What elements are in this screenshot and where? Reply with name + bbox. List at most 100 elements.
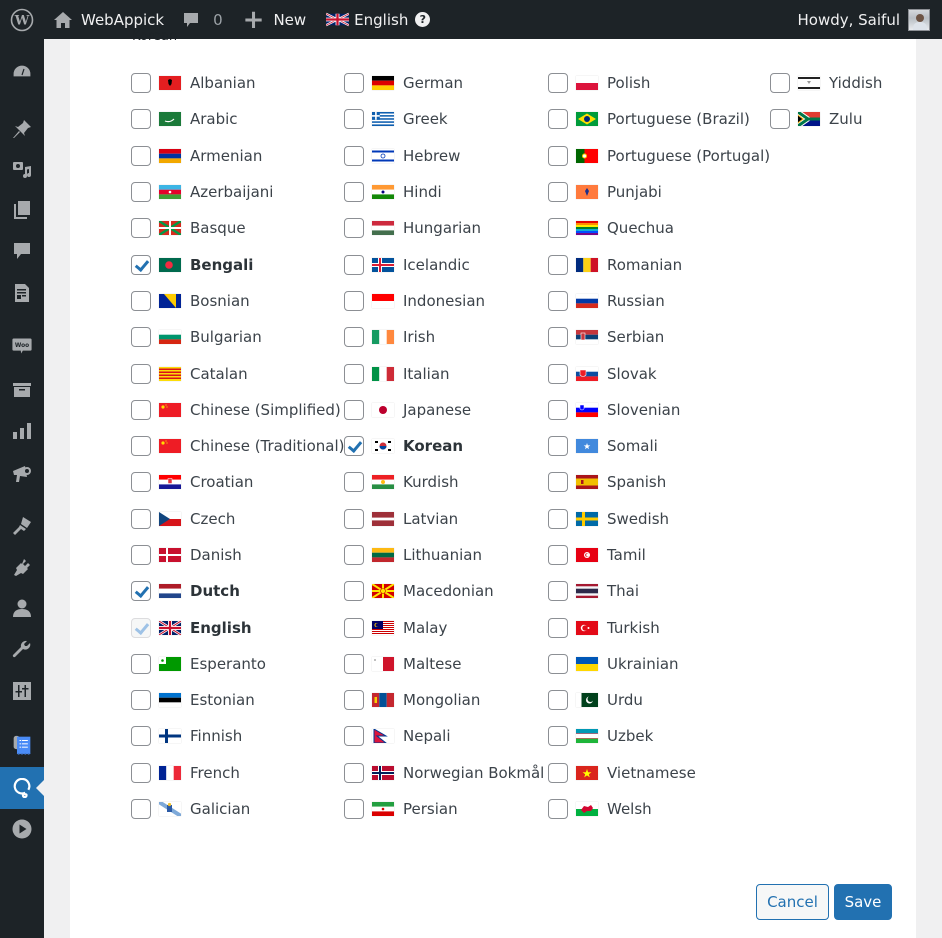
language-checkbox[interactable] bbox=[344, 399, 364, 420]
language-option-th[interactable]: Thai bbox=[548, 573, 770, 609]
language-option-no[interactable]: Norwegian Bokmål bbox=[344, 755, 544, 791]
language-option-hr[interactable]: Croatian bbox=[131, 464, 345, 500]
language-checkbox[interactable] bbox=[770, 109, 790, 130]
language-checkbox[interactable] bbox=[548, 472, 568, 493]
language-checkbox[interactable] bbox=[131, 508, 151, 529]
cancel-button[interactable]: Cancel bbox=[756, 884, 829, 920]
sidebar-item-plugins[interactable] bbox=[0, 549, 44, 585]
language-checkbox[interactable] bbox=[131, 218, 151, 239]
language-option-ru[interactable]: Russian bbox=[548, 283, 770, 319]
language-option-ie[interactable]: Irish bbox=[344, 319, 544, 355]
language-option-ca[interactable]: Catalan bbox=[131, 355, 345, 391]
language-option-br[interactable]: Portuguese (Brazil) bbox=[548, 101, 770, 137]
language-option-qu[interactable]: Quechua bbox=[548, 210, 770, 246]
language-checkbox[interactable] bbox=[131, 726, 151, 747]
language-checkbox[interactable] bbox=[344, 73, 364, 94]
language-checkbox[interactable] bbox=[344, 545, 364, 565]
sidebar-item-appearance[interactable] bbox=[0, 508, 44, 544]
language-option-eo[interactable]: Esperanto bbox=[131, 646, 345, 682]
language-checkbox[interactable] bbox=[548, 363, 568, 384]
language-checkbox[interactable] bbox=[548, 436, 568, 457]
language-checkbox[interactable] bbox=[344, 617, 364, 638]
language-checkbox[interactable] bbox=[131, 399, 151, 420]
language-option-az[interactable]: Azerbaijani bbox=[131, 174, 345, 210]
language-checkbox[interactable] bbox=[344, 690, 364, 711]
language-option-in[interactable]: Hindi bbox=[344, 174, 544, 210]
sidebar-item-tools[interactable] bbox=[0, 632, 44, 668]
language-option-ua[interactable]: Ukrainian bbox=[548, 646, 770, 682]
language-checkbox[interactable] bbox=[344, 109, 364, 130]
sidebar-item-comments[interactable] bbox=[0, 233, 44, 269]
language-option-so[interactable]: Somali bbox=[548, 428, 770, 464]
my-account-link[interactable]: Howdy, Saiful bbox=[798, 0, 942, 39]
language-option-tr[interactable]: Turkish bbox=[548, 609, 770, 645]
language-checkbox[interactable] bbox=[131, 799, 151, 820]
language-option-pl[interactable]: Polish bbox=[548, 65, 770, 101]
language-option-vn[interactable]: Vietnamese bbox=[548, 755, 770, 791]
language-option-bd[interactable]: Bengali bbox=[131, 246, 345, 282]
language-checkbox[interactable] bbox=[548, 762, 568, 783]
sidebar-item-feedback[interactable] bbox=[0, 275, 44, 311]
language-option-am[interactable]: Armenian bbox=[131, 138, 345, 174]
language-checkbox[interactable] bbox=[344, 726, 364, 747]
help-icon[interactable]: ? bbox=[415, 12, 431, 27]
language-checkbox[interactable] bbox=[548, 145, 568, 166]
language-option-dk[interactable]: Danish bbox=[131, 537, 345, 573]
language-option-mk[interactable]: Macedonian bbox=[344, 573, 544, 609]
language-checkbox[interactable] bbox=[131, 472, 151, 493]
language-option-il[interactable]: Hebrew bbox=[344, 138, 544, 174]
language-option-si[interactable]: Slovenian bbox=[548, 392, 770, 428]
language-option-eu[interactable]: Basque bbox=[131, 210, 345, 246]
language-checkbox[interactable] bbox=[770, 73, 790, 94]
language-option-jp[interactable]: Japanese bbox=[344, 392, 544, 428]
language-checkbox[interactable] bbox=[548, 73, 568, 94]
language-option-de[interactable]: German bbox=[344, 65, 544, 101]
language-option-hu[interactable]: Hungarian bbox=[344, 210, 544, 246]
language-checkbox[interactable] bbox=[131, 327, 151, 348]
language-option-cn[interactable]: Chinese (Simplified) bbox=[131, 392, 345, 428]
language-checkbox[interactable] bbox=[131, 436, 151, 457]
language-option-np[interactable]: Nepali bbox=[344, 718, 544, 754]
language-option-cz[interactable]: Czech bbox=[131, 501, 345, 537]
language-option-ar[interactable]: Arabic bbox=[131, 101, 345, 137]
language-option-ku[interactable]: Kurdish bbox=[344, 464, 544, 500]
language-option-fr[interactable]: French bbox=[131, 755, 345, 791]
language-checkbox[interactable] bbox=[344, 218, 364, 239]
language-option-es[interactable]: Spanish bbox=[548, 464, 770, 500]
language-checkbox[interactable] bbox=[344, 653, 364, 674]
language-option-ro[interactable]: Romanian bbox=[548, 246, 770, 282]
sidebar-item-media[interactable] bbox=[0, 151, 44, 187]
language-checkbox[interactable] bbox=[131, 109, 151, 130]
language-checkbox[interactable] bbox=[131, 545, 151, 565]
sidebar-item-dashboard[interactable] bbox=[0, 54, 44, 90]
language-checkbox[interactable] bbox=[344, 145, 364, 166]
language-option-bg[interactable]: Bulgarian bbox=[131, 319, 345, 355]
language-option-pt[interactable]: Portuguese (Portugal) bbox=[548, 138, 770, 174]
language-checkbox[interactable] bbox=[344, 581, 364, 602]
language-option-pa[interactable]: Punjabi bbox=[548, 174, 770, 210]
language-option-kr[interactable]: Korean bbox=[344, 428, 544, 464]
language-option-cn[interactable]: Chinese (Traditional) bbox=[131, 428, 345, 464]
language-checkbox[interactable] bbox=[548, 399, 568, 420]
language-checkbox[interactable] bbox=[344, 799, 364, 820]
language-option-it[interactable]: Italian bbox=[344, 355, 544, 391]
language-checkbox[interactable] bbox=[131, 182, 151, 203]
language-option-nl[interactable]: Dutch bbox=[131, 573, 345, 609]
sidebar-item-pages[interactable] bbox=[0, 192, 44, 228]
language-option-fi[interactable]: Finnish bbox=[131, 718, 345, 754]
language-checkbox[interactable] bbox=[548, 581, 568, 602]
language-checkbox[interactable] bbox=[131, 762, 151, 783]
language-checkbox[interactable] bbox=[344, 254, 364, 275]
sidebar-item-products[interactable] bbox=[0, 372, 44, 408]
language-checkbox[interactable] bbox=[131, 581, 151, 602]
sidebar-item-analytics[interactable] bbox=[0, 413, 44, 449]
language-option-pk[interactable]: Urdu bbox=[548, 682, 770, 718]
sidebar-item-translate-plugin[interactable] bbox=[0, 767, 44, 809]
language-checkbox[interactable] bbox=[548, 218, 568, 239]
language-option-ee[interactable]: Estonian bbox=[131, 682, 345, 718]
language-checkbox[interactable] bbox=[131, 653, 151, 674]
sidebar-item-media-player[interactable] bbox=[0, 811, 44, 847]
language-option-se[interactable]: Swedish bbox=[548, 501, 770, 537]
language-checkbox[interactable] bbox=[548, 508, 568, 529]
language-checkbox[interactable] bbox=[344, 436, 364, 457]
